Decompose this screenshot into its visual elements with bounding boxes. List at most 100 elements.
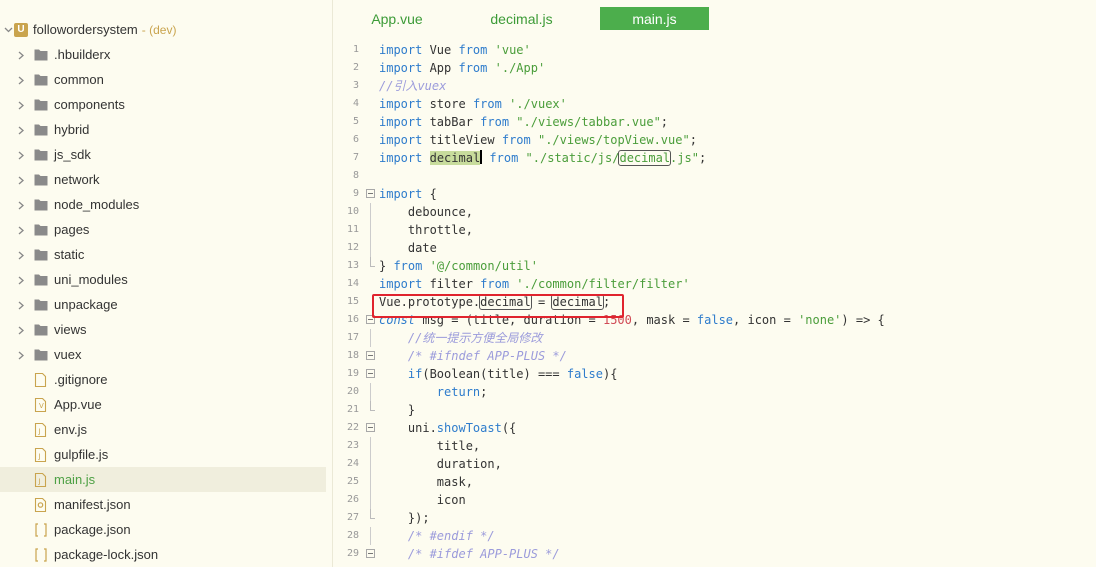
code-line[interactable]: 19 if(Boolean(title) === false){ [334,365,1096,383]
code-line[interactable]: 24 duration, [334,455,1096,473]
fold-collapse-icon[interactable] [366,423,375,432]
fold-collapse-icon[interactable] [366,369,375,378]
tab-app-vue[interactable]: App.vue [354,7,440,30]
tree-item-label: views [54,322,87,337]
js-file-icon: J [34,472,48,487]
code-line[interactable]: 28 /* #endif */ [334,527,1096,545]
tree-item-label: pages [54,222,90,237]
tree-item-label: .gitignore [54,372,108,387]
code-line[interactable]: 7 import decimal from "./static/js/decima… [334,149,1096,167]
svg-text:J: J [38,452,41,460]
tree-item[interactable]: manifest.json [0,492,326,517]
code-line[interactable]: 5 import tabBar from "./views/tabbar.vue"… [334,113,1096,131]
chevron-right-icon[interactable] [17,301,25,309]
code-line[interactable]: 10 debounce, [334,203,1096,221]
tree-item[interactable]: common [0,67,326,92]
line-number: 3 [352,80,359,91]
fold-guide [370,491,371,509]
project-root[interactable]: U followordersystem - (dev) [0,17,326,42]
code-line[interactable]: 4 import store from './vuex' [334,95,1096,113]
code-line[interactable]: 6 import titleView from "./views/topView.… [334,131,1096,149]
code-editor: App.vue decimal.js main.js 1 import Vue f… [334,0,1096,567]
line-number: 14 [346,278,359,289]
code-line[interactable]: 26 icon [334,491,1096,509]
line-number: 25 [346,476,359,487]
code-line[interactable]: 8 [334,167,1096,185]
tree-item-label: env.js [54,422,87,437]
tree-item[interactable]: package-lock.json [0,542,326,567]
chevron-right-icon[interactable] [17,76,25,84]
code-line[interactable]: 21 } [334,401,1096,419]
code-line[interactable]: 2 import App from './App' [334,59,1096,77]
chevron-right-icon[interactable] [17,51,25,59]
tree-item[interactable]: components [0,92,326,117]
chevron-right-icon[interactable] [17,351,25,359]
code-line[interactable]: 23 title, [334,437,1096,455]
tree-item[interactable]: views [0,317,326,342]
tree-item[interactable]: node_modules [0,192,326,217]
line-number: 4 [352,98,359,109]
chevron-right-icon[interactable] [17,176,25,184]
code-line[interactable]: 20 return; [334,383,1096,401]
tree-item[interactable]: Jmain.js [0,467,326,492]
code-text: //统一提示方便全局修改 [379,331,543,345]
chevron-right-icon[interactable] [17,151,25,159]
code-line[interactable]: 13} from '@/common/util' [334,257,1096,275]
code-text: title, [379,439,481,453]
code-text: uni.showToast({ [379,421,517,435]
chevron-right-icon[interactable] [17,226,25,234]
code-line[interactable]: 9 import { [334,185,1096,203]
tree-item[interactable]: pages [0,217,326,242]
chevron-right-icon[interactable] [17,326,25,334]
code-line[interactable]: 27 }); [334,509,1096,527]
tree-item[interactable]: vuex [0,342,326,367]
chevron-right-icon[interactable] [17,201,25,209]
fold-collapse-icon[interactable] [366,351,375,360]
code-line[interactable]: 3 //引入vuex [334,77,1096,95]
fold-guide [370,221,371,239]
chevron-right-icon[interactable] [17,126,25,134]
tree-item[interactable]: network [0,167,326,192]
code-line[interactable]: 1 import Vue from 'vue' [334,41,1096,59]
code-line[interactable]: 14 import filter from './common/filter/fi… [334,275,1096,293]
chevron-down-icon[interactable] [4,25,13,34]
code-text: } [379,403,416,417]
line-number: 8 [352,170,359,181]
tree-item-label: package.json [54,522,131,537]
tree-item[interactable]: hybrid [0,117,326,142]
chevron-right-icon[interactable] [17,101,25,109]
code-line[interactable]: 18 /* #ifndef APP-PLUS */ [334,347,1096,365]
fold-end-marker [370,509,375,519]
tree-item[interactable]: V App.vue [0,392,326,417]
line-number: 6 [352,134,359,145]
tree-item[interactable]: static [0,242,326,267]
code-line[interactable]: 22 uni.showToast({ [334,419,1096,437]
fold-collapse-icon[interactable] [366,549,375,558]
tree-item[interactable]: package.json [0,517,326,542]
code-line[interactable]: 17 //统一提示方便全局修改 [334,329,1096,347]
chevron-right-icon[interactable] [17,276,25,284]
code-area[interactable]: 1 import Vue from 'vue' 2 import App from '… [334,41,1096,567]
line-number: 22 [346,422,359,433]
fold-collapse-icon[interactable] [366,189,375,198]
code-text: import tabBar from "./views/tabbar.vue"; [379,115,669,129]
tab-main-js[interactable]: main.js [600,7,709,30]
code-line[interactable]: 29 /* #ifdef APP-PLUS */ [334,545,1096,563]
code-line[interactable]: 25 mask, [334,473,1096,491]
folder-icon [34,123,48,137]
tree-item[interactable]: Jenv.js [0,417,326,442]
tab-decimal-js[interactable]: decimal.js [479,7,564,30]
tree-item[interactable]: Jgulpfile.js [0,442,326,467]
code-line[interactable]: 11 throttle, [334,221,1096,239]
manifest-file-icon [34,497,48,512]
fold-guide [370,473,371,491]
line-number: 27 [346,512,359,523]
tree-item[interactable]: unpackage [0,292,326,317]
tree-item[interactable]: .hbuilderx [0,42,326,67]
code-line[interactable]: 12 date [334,239,1096,257]
chevron-right-icon[interactable] [17,251,25,259]
tree-item[interactable]: .gitignore [0,367,326,392]
tree-item[interactable]: js_sdk [0,142,326,167]
code-text: /* #ifndef APP-PLUS */ [379,349,567,363]
tree-item[interactable]: uni_modules [0,267,326,292]
